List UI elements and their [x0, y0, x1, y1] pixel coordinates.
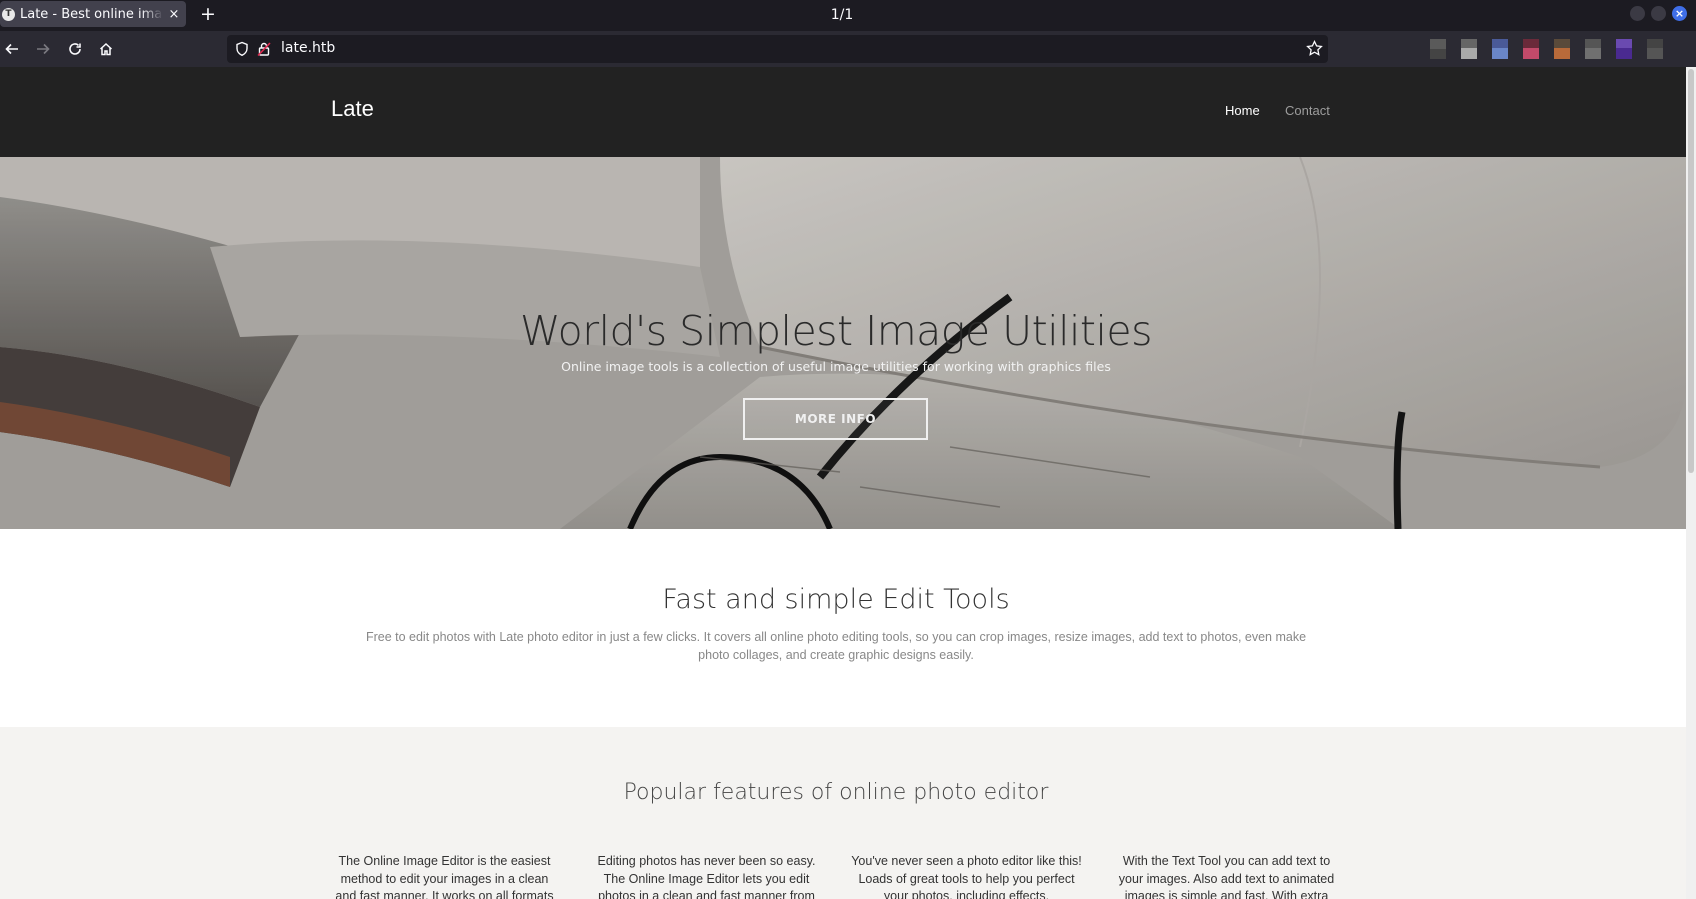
hero-title: World's Simplest Image Utilities: [520, 307, 1152, 355]
feature-item: You've never seen a photo editor like th…: [851, 854, 1082, 899]
extension-icon[interactable]: [1523, 39, 1539, 59]
features-title: Popular features of online photo editor: [623, 780, 1049, 805]
url-text[interactable]: late.htb: [281, 40, 335, 56]
close-window-button[interactable]: ×: [1672, 6, 1687, 21]
extensions-toolbar: [1430, 36, 1663, 62]
nav-home-link[interactable]: Home: [1225, 103, 1260, 118]
site-brand[interactable]: Late: [331, 96, 374, 122]
feature-item: Editing photos has never been so easy. T…: [597, 854, 816, 899]
edit-tools-title: Fast and simple Edit Tools: [662, 584, 1010, 615]
browser-titlebar: T Late - Best online image tools × + 1/1…: [0, 0, 1696, 31]
extension-icon[interactable]: [1554, 39, 1570, 59]
insecure-lock-icon[interactable]: [257, 41, 271, 57]
tab-title: Late - Best online image tools: [20, 6, 163, 22]
shield-icon[interactable]: [235, 41, 249, 57]
extension-icon[interactable]: [1647, 39, 1663, 59]
forward-button[interactable]: [31, 37, 55, 61]
home-icon: [99, 42, 113, 56]
url-bar[interactable]: late.htb: [227, 35, 1328, 63]
feature-item: With the Text Tool you can add text to y…: [1118, 854, 1335, 899]
extension-icon[interactable]: [1492, 39, 1508, 59]
bookmark-star-icon[interactable]: [1306, 40, 1323, 57]
back-arrow-icon: [5, 43, 18, 55]
back-button[interactable]: [0, 37, 24, 61]
browser-navbar: late.htb: [0, 31, 1696, 67]
maximize-window-button[interactable]: [1651, 6, 1666, 21]
forward-arrow-icon: [37, 43, 50, 55]
extension-icon[interactable]: [1430, 39, 1446, 59]
minimize-window-button[interactable]: [1630, 6, 1645, 21]
new-tab-button[interactable]: +: [198, 2, 218, 26]
reload-button[interactable]: [63, 37, 87, 61]
reload-icon: [69, 43, 81, 55]
home-button[interactable]: [94, 37, 118, 61]
page-counter: 1/1: [830, 7, 854, 23]
extension-icon[interactable]: [1616, 39, 1632, 59]
edit-tools-section: Fast and simple Edit Tools Free to edit …: [0, 529, 1686, 727]
hero-subtitle: Online image tools is a collection of us…: [561, 359, 1111, 374]
site-header: Late Home Contact: [0, 67, 1686, 157]
close-tab-icon[interactable]: ×: [167, 7, 181, 22]
page-viewport: Late Home Contact World's Simplest Image…: [0, 67, 1696, 899]
nav-contact-link[interactable]: Contact: [1285, 103, 1330, 118]
more-info-button[interactable]: MORE INFO: [743, 398, 928, 440]
edit-tools-text: Free to edit photos with Late photo edit…: [365, 630, 1307, 662]
feature-item: The Online Image Editor is the easiest m…: [335, 854, 554, 899]
scrollbar-thumb[interactable]: [1688, 69, 1694, 473]
page-scrollbar[interactable]: [1686, 67, 1696, 899]
extension-icon[interactable]: [1585, 39, 1601, 59]
hero-section: World's Simplest Image Utilities Online …: [0, 157, 1686, 529]
features-section: Popular features of online photo editor …: [0, 727, 1686, 899]
extension-icon[interactable]: [1461, 39, 1477, 59]
tab-favicon-icon: T: [2, 7, 15, 21]
browser-tab[interactable]: T Late - Best online image tools ×: [0, 1, 186, 27]
